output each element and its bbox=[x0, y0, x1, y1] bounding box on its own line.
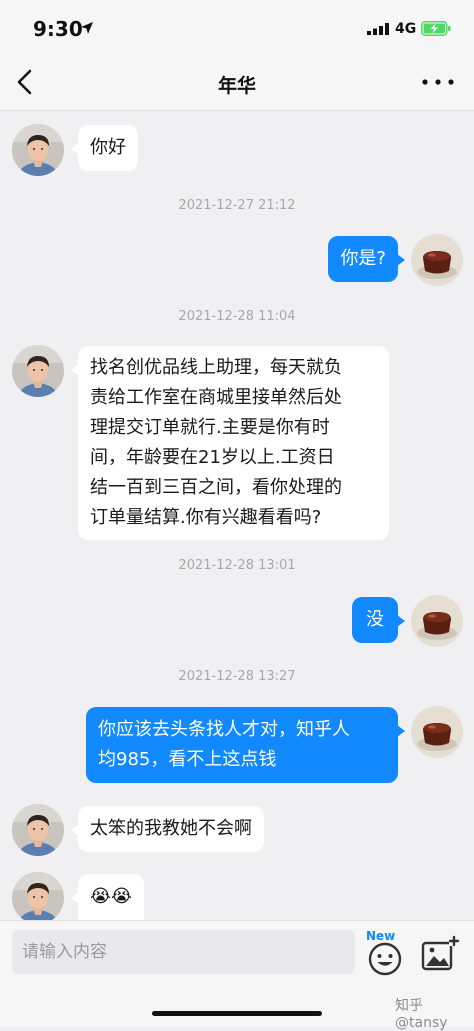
message-bubble-sent[interactable]: 你应该去头条找人才对，知乎人 均985，看不上这点钱 bbox=[86, 707, 405, 783]
message-bubble-received[interactable]: 太笨的我教她不会啊 bbox=[71, 806, 264, 852]
message-bubble-sent[interactable]: 你是? bbox=[328, 236, 405, 282]
contact-avatar[interactable] bbox=[12, 804, 64, 856]
my-avatar[interactable] bbox=[411, 595, 463, 647]
message-line: 找名创优品线上助理，每天就负 bbox=[90, 357, 342, 378]
message-text: 你好 bbox=[90, 137, 126, 158]
message-line: 你应该去头条找人才对，知乎人 bbox=[98, 719, 350, 740]
emoji-message: 😭😭 bbox=[90, 886, 133, 907]
timestamp: 2021-12-28 13:01 bbox=[178, 558, 296, 573]
home-indicator bbox=[152, 1011, 322, 1016]
input-bar: New 知乎 @tansy bbox=[0, 920, 474, 1031]
timestamp: 2021-12-27 21:12 bbox=[178, 198, 296, 213]
my-avatar[interactable] bbox=[411, 706, 463, 758]
timestamp: 2021-12-28 13:27 bbox=[178, 669, 296, 684]
message-text: 你是? bbox=[340, 248, 386, 269]
status-time: 9:30 bbox=[33, 17, 83, 41]
message-bubble-received[interactable]: 😭😭 bbox=[70, 874, 145, 920]
more-options-icon[interactable] bbox=[420, 78, 456, 86]
contact-avatar[interactable] bbox=[12, 872, 64, 924]
signal-icon bbox=[367, 23, 389, 35]
message-line: 责给工作室在商城里接单然后处 bbox=[90, 387, 342, 408]
network-type: 4G bbox=[395, 21, 417, 37]
location-arrow-icon bbox=[81, 22, 93, 34]
message-line: 理提交订单就行.主要是你有时 bbox=[90, 417, 330, 438]
message-text: 没 bbox=[366, 609, 384, 630]
message-bubble-received[interactable]: 你好 bbox=[71, 125, 138, 171]
message-line: 均985，看不上这点钱 bbox=[98, 749, 277, 770]
status-bar: 9:30 4G bbox=[0, 0, 474, 56]
message-line: 间，年龄要在21岁以上.工资日 bbox=[90, 447, 335, 468]
contact-avatar[interactable] bbox=[12, 124, 64, 176]
battery-charging-icon bbox=[421, 21, 451, 36]
message-bubble-received[interactable]: 找名创优品线上助理，每天就负 责给工作室在商城里接单然后处 理提交订单就行.主要… bbox=[71, 346, 389, 540]
page-title: 年华 bbox=[217, 75, 256, 97]
my-avatar[interactable] bbox=[411, 234, 463, 286]
contact-avatar[interactable] bbox=[12, 345, 64, 397]
new-badge: New bbox=[366, 929, 396, 943]
message-line: 结一百到三百之间，看你处理的 bbox=[90, 477, 342, 498]
message-text: 太笨的我教她不会啊 bbox=[90, 818, 252, 839]
add-image-icon[interactable] bbox=[420, 935, 460, 973]
message-input[interactable] bbox=[12, 930, 355, 974]
nav-bar: 年华 bbox=[0, 56, 474, 111]
message-bubble-sent[interactable]: 没 bbox=[352, 597, 405, 643]
timestamp: 2021-12-28 11:04 bbox=[178, 309, 296, 324]
message-line: 订单量结算.你有兴趣看看吗? bbox=[90, 507, 322, 528]
